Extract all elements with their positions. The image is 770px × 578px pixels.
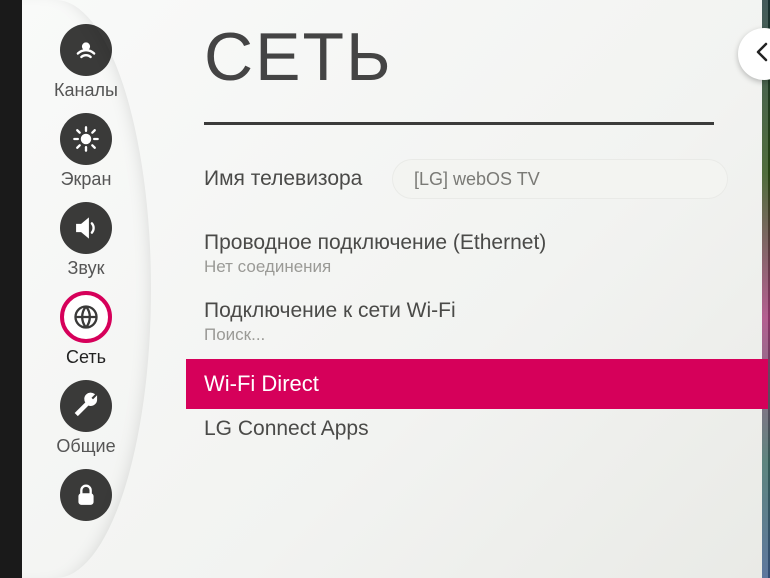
tv-name-value[interactable]: [LG] webOS TV: [392, 159, 728, 199]
tv-name-row[interactable]: Имя телевизора [LG] webOS TV: [204, 159, 768, 223]
settings-main: СЕТЬ Имя телевизора [LG] webOS TV Провод…: [150, 0, 768, 578]
sidebar-item-general[interactable]: Общие: [22, 374, 150, 459]
wifi-direct-row[interactable]: Wi-Fi Direct: [186, 359, 768, 409]
ethernet-row[interactable]: Проводное подключение (Ethernet) Нет сое…: [204, 223, 754, 291]
brightness-icon: [60, 113, 112, 165]
row-subtitle: Поиск...: [204, 325, 754, 345]
row-title: Wi-Fi Direct: [204, 371, 768, 397]
row-title: Проводное подключение (Ethernet): [204, 231, 754, 255]
sidebar-item-network[interactable]: Сеть: [22, 285, 150, 370]
sidebar-item-lock[interactable]: [22, 463, 150, 527]
sidebar-item-label: Экран: [61, 169, 112, 190]
sidebar-item-label: Звук: [68, 258, 105, 279]
sidebar-item-screen[interactable]: Экран: [22, 107, 150, 192]
row-subtitle: Нет соединения: [204, 257, 754, 277]
globe-icon: [60, 291, 112, 343]
wifi-row[interactable]: Подключение к сети Wi-Fi Поиск...: [204, 291, 754, 359]
sidebar-item-label: Каналы: [54, 80, 118, 101]
settings-sidebar: Каналы Экран Звук Сеть Общие: [22, 0, 150, 578]
sidebar-item-label: Общие: [56, 436, 115, 457]
row-title: LG Connect Apps: [204, 417, 754, 441]
tv-name-label: Имя телевизора: [204, 167, 384, 191]
row-title: Подключение к сети Wi-Fi: [204, 299, 754, 323]
sidebar-item-channels[interactable]: Каналы: [22, 18, 150, 103]
sidebar-item-label: Сеть: [66, 347, 106, 368]
title-divider: [204, 122, 714, 125]
page-title: СЕТЬ: [204, 18, 768, 122]
wrench-icon: [60, 380, 112, 432]
sidebar-item-sound[interactable]: Звук: [22, 196, 150, 281]
speaker-icon: [60, 202, 112, 254]
arrow-left-icon: [752, 40, 770, 69]
settings-screen: Каналы Экран Звук Сеть Общие: [22, 0, 768, 578]
lock-icon: [60, 469, 112, 521]
lg-connect-row[interactable]: LG Connect Apps: [204, 409, 754, 455]
satellite-icon: [60, 24, 112, 76]
